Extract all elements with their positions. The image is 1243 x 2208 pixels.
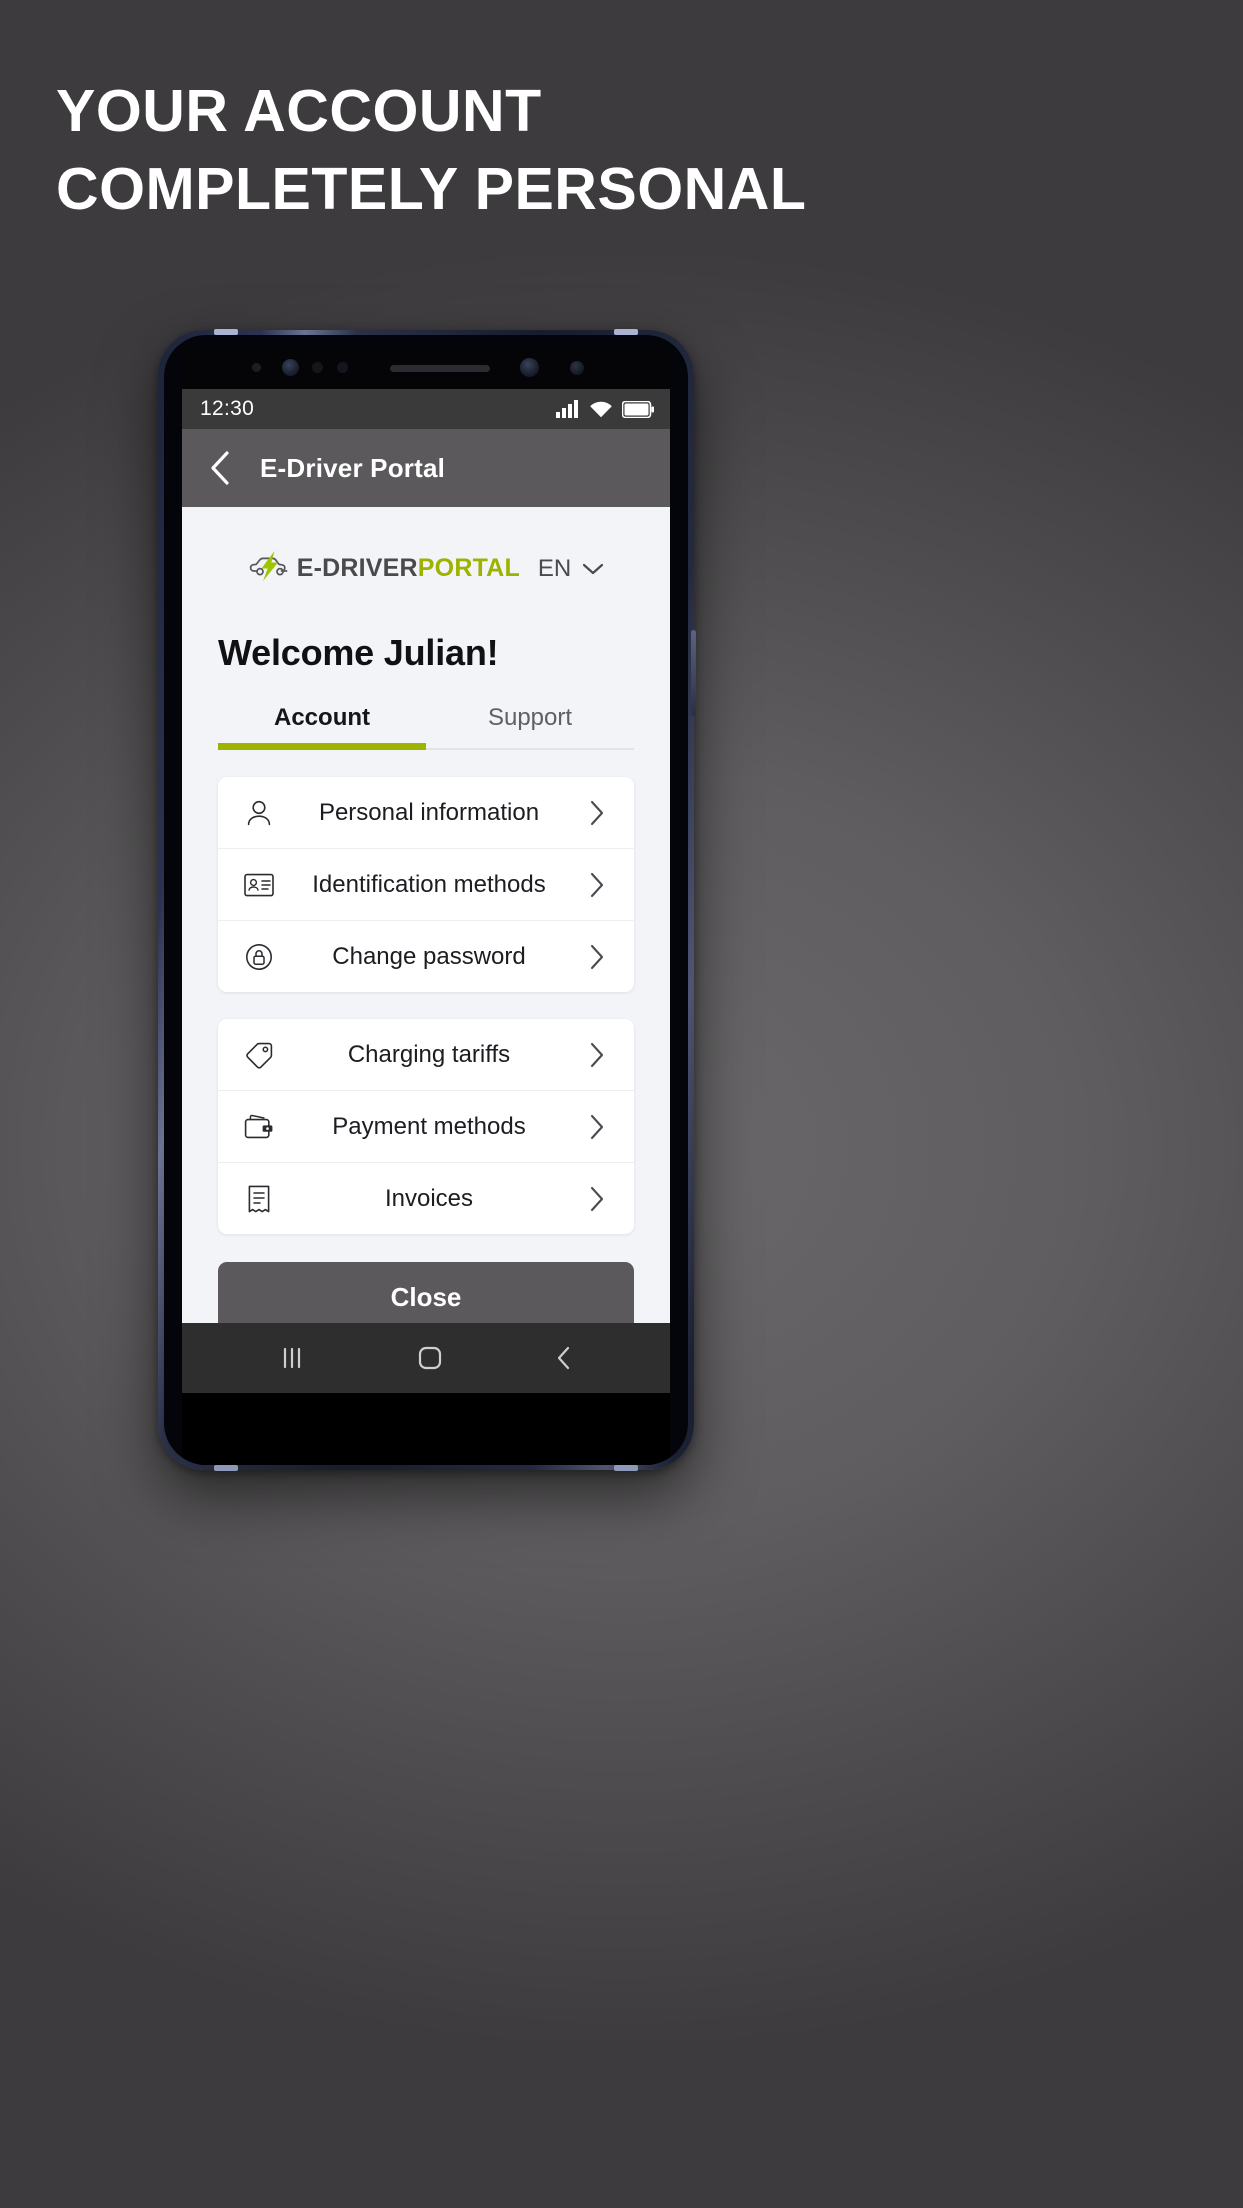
account-menu-group-1: Personal information Identification meth… bbox=[218, 777, 634, 992]
promo-headline: YOUR ACCOUNT COMPLETELY PERSONAL bbox=[56, 78, 807, 222]
android-nav-bar bbox=[182, 1323, 670, 1393]
chevron-right-icon bbox=[582, 1114, 612, 1140]
chevron-right-icon bbox=[582, 1186, 612, 1212]
menu-row-change-password[interactable]: Change password bbox=[218, 921, 634, 992]
promo-stage: YOUR ACCOUNT COMPLETELY PERSONAL 12:30 E… bbox=[0, 0, 1243, 2208]
wifi-icon bbox=[589, 400, 613, 418]
signal-icon bbox=[556, 400, 580, 418]
menu-label: Identification methods bbox=[312, 870, 546, 898]
chevron-down-icon bbox=[582, 555, 604, 583]
account-menu-group-2: Charging tariffs Payment methods Invoice… bbox=[218, 1019, 634, 1234]
person-icon bbox=[242, 799, 276, 827]
chevron-right-icon bbox=[582, 944, 612, 970]
id-card-icon bbox=[242, 873, 276, 897]
menu-label: Invoices bbox=[384, 1184, 474, 1212]
wallet-icon bbox=[242, 1113, 276, 1141]
menu-row-payment-methods[interactable]: Payment methods bbox=[218, 1091, 634, 1163]
tag-icon bbox=[242, 1041, 276, 1069]
antenna-line-bottom-right bbox=[614, 1465, 638, 1471]
tab-account[interactable]: Account bbox=[218, 704, 426, 750]
app-title-bar: E-Driver Portal bbox=[182, 429, 670, 507]
language-selector[interactable]: EN bbox=[538, 555, 604, 583]
menu-label: Change password bbox=[332, 942, 526, 970]
close-button[interactable]: Close bbox=[218, 1262, 634, 1323]
home-button[interactable] bbox=[416, 1344, 444, 1372]
phone-screen: 12:30 E-Driver Portal E-DRIVERPORTAL EN … bbox=[182, 347, 670, 1409]
phone-bezel: 12:30 E-Driver Portal E-DRIVERPORTAL EN … bbox=[164, 335, 688, 1465]
battery-icon bbox=[622, 400, 654, 418]
invoice-icon bbox=[242, 1184, 276, 1214]
menu-label: Personal information bbox=[318, 798, 540, 826]
chevron-right-icon bbox=[582, 1042, 612, 1068]
power-button[interactable] bbox=[691, 630, 696, 716]
back-button[interactable] bbox=[553, 1344, 575, 1372]
language-value: EN bbox=[537, 554, 572, 582]
sensor-dot-icon bbox=[252, 363, 261, 372]
car-bolt-icon bbox=[248, 551, 292, 586]
phone-mockup: 12:30 E-Driver Portal E-DRIVERPORTAL EN … bbox=[158, 329, 696, 1471]
portal-webview: E-DRIVERPORTAL EN Welcome Julian! Accoun… bbox=[182, 507, 670, 1323]
phone-frame: 12:30 E-Driver Portal E-DRIVERPORTAL EN … bbox=[158, 329, 696, 1471]
sensor-bar bbox=[182, 347, 670, 389]
chevron-right-icon bbox=[582, 872, 612, 898]
app-title: E-Driver Portal bbox=[260, 452, 446, 483]
status-clock: 12:30 bbox=[200, 397, 255, 420]
android-status-bar: 12:30 bbox=[182, 389, 670, 429]
iris-scanner-icon bbox=[520, 358, 539, 377]
menu-row-invoices[interactable]: Invoices bbox=[218, 1163, 634, 1234]
tab-bar: Account Support bbox=[218, 704, 634, 750]
ir-sensor-icon bbox=[570, 361, 584, 375]
welcome-heading: Welcome Julian! bbox=[218, 632, 499, 673]
recents-button[interactable] bbox=[277, 1345, 307, 1371]
lock-shield-icon bbox=[242, 943, 276, 971]
menu-row-charging-tariffs[interactable]: Charging tariffs bbox=[218, 1019, 634, 1091]
status-icon-group bbox=[556, 400, 654, 418]
front-camera-icon bbox=[282, 359, 299, 376]
bottom-bezel bbox=[182, 1409, 670, 1465]
light-sensor-icon bbox=[337, 362, 348, 373]
brand-logo: E-DRIVERPORTAL bbox=[248, 551, 520, 586]
menu-label: Payment methods bbox=[332, 1112, 526, 1140]
antenna-line-bottom-left bbox=[214, 1465, 238, 1471]
earpiece-speaker bbox=[390, 365, 490, 372]
tab-support[interactable]: Support bbox=[426, 704, 634, 748]
proximity-sensor-icon bbox=[312, 362, 323, 373]
brand-name: E-DRIVERPORTAL bbox=[296, 554, 520, 582]
menu-row-personal-information[interactable]: Personal information bbox=[218, 777, 634, 849]
menu-row-identification-methods[interactable]: Identification methods bbox=[218, 849, 634, 921]
brand-row: E-DRIVERPORTAL EN bbox=[182, 507, 670, 586]
chevron-left-icon[interactable] bbox=[198, 446, 242, 490]
menu-label: Charging tariffs bbox=[347, 1040, 511, 1068]
chevron-right-icon bbox=[582, 800, 612, 826]
